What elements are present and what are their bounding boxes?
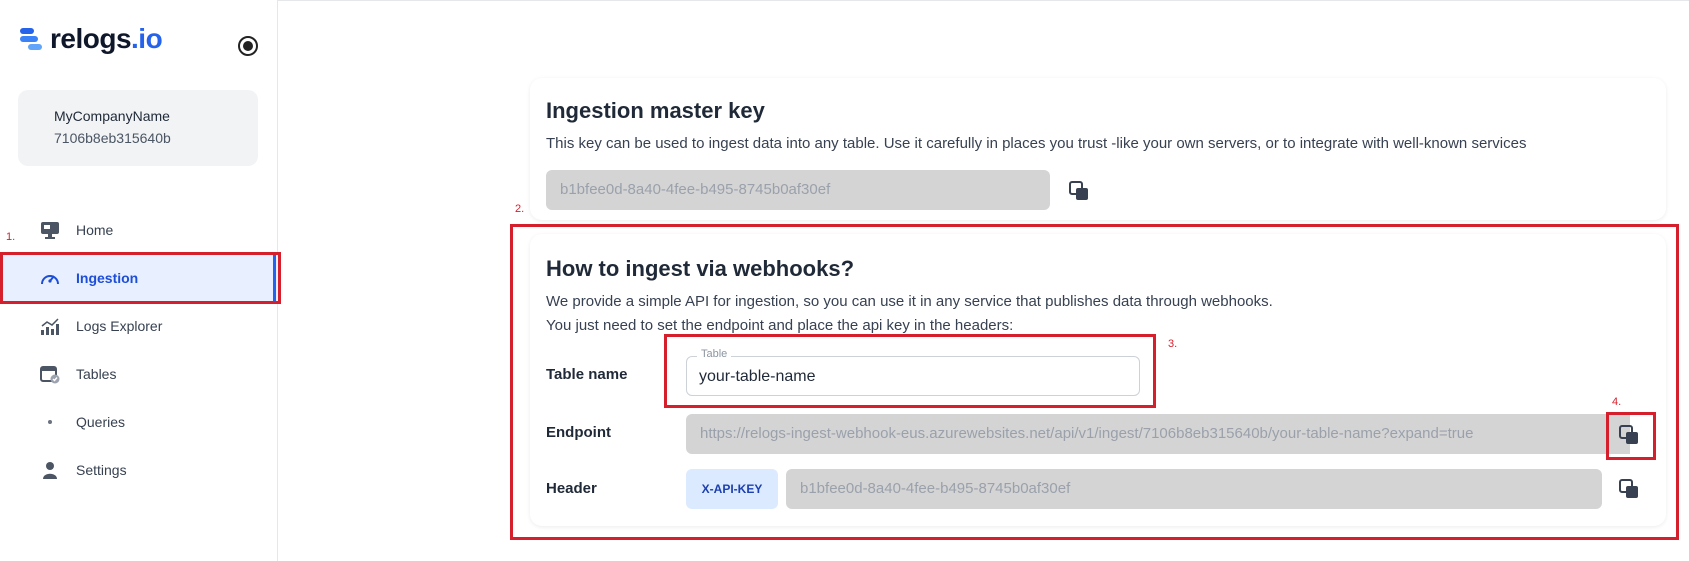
sidebar-item-label: Home [76,222,114,238]
relogs-logo-icon [18,26,46,52]
master-key-description: This key can be used to ingest data into… [546,135,1527,152]
company-name: MyCompanyName [54,108,170,124]
table-name-label: Table name [546,366,628,383]
copy-master-key-icon[interactable] [1068,180,1090,202]
sidebar-nav: Home Ingestion Logs Explorer Tables Quer… [0,206,278,494]
logo-text-suffix: .io [131,23,163,54]
dot-icon [40,412,60,432]
webhooks-description-line1: We provide a simple API for ingestion, s… [546,293,1273,310]
endpoint-row: Endpoint [546,424,684,441]
master-key-card: Ingestion master key This key can be use… [530,78,1666,220]
sidebar-item-label: Queries [76,414,126,430]
api-key-header-name: X-API-KEY [686,469,778,509]
sidebar-item-label: Logs Explorer [76,318,163,334]
table-field-legend: Table [697,348,732,360]
app-logo[interactable]: relogs.io [18,23,163,54]
company-id: 7106b8eb315640b [54,130,171,146]
annotation-number-1: 1. [6,231,16,243]
chart-icon [40,316,60,336]
endpoint-label: Endpoint [546,424,611,441]
company-switcher[interactable]: MyCompanyName 7106b8eb315640b [18,90,258,166]
sidebar-item-home[interactable]: Home [0,206,278,254]
api-key-header-value[interactable]: b1bfee0d-8a40-4fee-b495-8745b0af30ef [786,469,1602,509]
sidebar-item-ingestion[interactable]: Ingestion [0,254,278,302]
header-row: Header [546,480,684,497]
webhooks-title: How to ingest via webhooks? [546,256,855,281]
speedometer-icon [40,268,60,288]
sidebar-item-tables[interactable]: Tables [0,350,278,398]
sidebar-item-logs-explorer[interactable]: Logs Explorer [0,302,278,350]
webhooks-description-line2: You just need to set the endpoint and pl… [546,317,1014,334]
header-label: Header [546,480,597,497]
monitor-icon [40,220,60,240]
sidebar-item-label: Ingestion [76,270,139,286]
endpoint-field[interactable]: https://relogs-ingest-webhook-eus.azurew… [686,414,1630,454]
annotation-number-3: 3. [1168,338,1178,350]
sidebar: relogs.io MyCompanyName 7106b8eb315640b … [0,0,278,561]
webhooks-card: How to ingest via webhooks? We provide a… [530,234,1666,526]
copy-endpoint-icon[interactable] [1618,424,1640,446]
sidebar-item-label: Tables [76,366,117,382]
sidebar-item-settings[interactable]: Settings [0,446,278,494]
sidebar-item-queries[interactable]: Queries [0,398,278,446]
calendar-check-icon [40,364,60,384]
annotation-number-2: 2. [515,203,525,215]
table-field-value: your-table-name [699,368,816,385]
logo-text: relogs [50,23,132,54]
master-key-title: Ingestion master key [546,98,765,123]
master-key-field[interactable]: b1bfee0d-8a40-4fee-b495-8745b0af30ef [546,170,1050,210]
theme-toggle-icon[interactable] [238,36,258,56]
annotation-number-4: 4. [1612,396,1622,408]
user-icon [40,460,60,480]
table-name-input[interactable]: Table your-table-name [686,348,1140,396]
sidebar-item-label: Settings [76,462,127,478]
copy-header-key-icon[interactable] [1618,478,1640,500]
table-name-row: Table name [546,366,684,383]
